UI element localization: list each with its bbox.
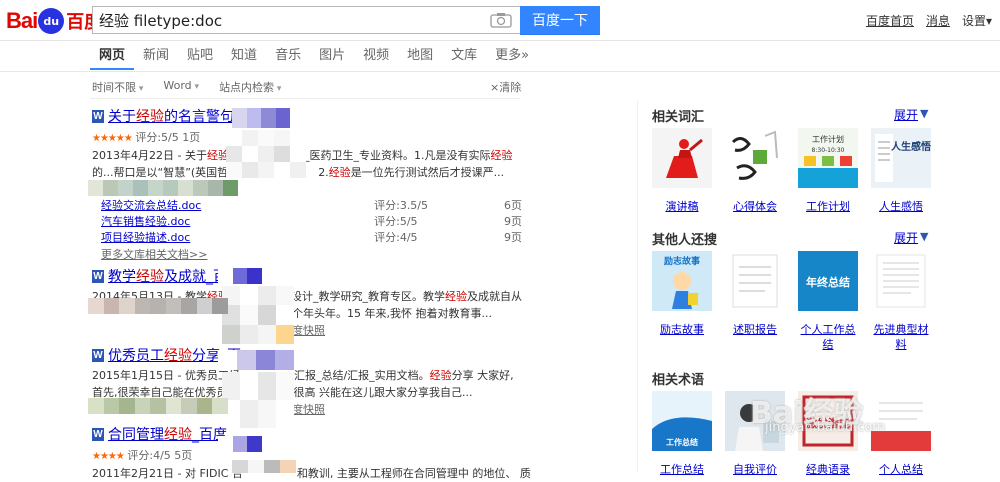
tabs-divider (0, 71, 1000, 72)
sub-document-row[interactable]: 汽车销售经验.doc 评分:5/5 9页 (101, 214, 522, 230)
related-tile[interactable]: 心得体会 (725, 128, 785, 214)
word-doc-icon: W (92, 427, 104, 441)
tab-zhidao[interactable]: 知道 (222, 41, 266, 70)
chevron-down-icon[interactable]: ▼ (920, 230, 928, 243)
related-tile[interactable]: 人生感悟 人生感悟 (871, 128, 931, 214)
search-input[interactable] (93, 10, 490, 30)
rating-text: 评分:4/5 5页 (127, 449, 193, 462)
mosaic-redaction (226, 130, 306, 178)
top-links: 百度首页 消息 设置▾ (866, 12, 992, 29)
filter-site[interactable]: 站点内检索 (219, 79, 281, 95)
related-tile[interactable]: 工作计划 8:30-10:30 工作计划 (798, 128, 858, 214)
related-tile[interactable]: 年终总结 个人工作总结 (798, 251, 858, 352)
search-button[interactable]: 百度一下 (520, 6, 600, 35)
rating-stars: ★★★★ (92, 451, 125, 462)
tab-video[interactable]: 视频 (354, 41, 398, 70)
mosaic-redaction (222, 286, 294, 344)
result-title-link[interactable]: 关于经验的名言警句 (108, 106, 234, 126)
result-snippet: 2013年4月22日 - 关于经验 学_医药卫生_专业资料。1.凡是没有实际经验 (92, 149, 513, 162)
mosaic-redaction (88, 298, 228, 314)
result-snippet-2: 的...帮口是以“智慧”(英国哲 2.经验是一位先行测试然后才授课严... (92, 166, 505, 179)
mosaic-redaction (218, 436, 262, 452)
cache-link[interactable]: 度快照 (292, 401, 522, 417)
result-title-link[interactable]: 合同管理经验_百度 (108, 424, 227, 444)
model-material-thumbnail (871, 251, 931, 311)
rating-stars: ★★★★★ (92, 133, 133, 144)
messages-link[interactable]: 消息 (926, 12, 950, 29)
mosaic-redaction (232, 108, 290, 128)
calligraphy-thumbnail (725, 128, 785, 188)
camera-icon[interactable] (490, 12, 512, 28)
settings-link[interactable]: 设置▾ (962, 12, 992, 29)
word-doc-icon: W (92, 269, 104, 283)
clear-filters-link[interactable]: ×清除 (490, 79, 521, 95)
related-tile[interactable]: 述职报告 (725, 251, 785, 337)
section-title-related-terms: 相关术语 (652, 373, 705, 388)
word-doc-icon: W (92, 109, 104, 123)
work-plan-thumbnail: 工作计划 8:30-10:30 (798, 128, 858, 188)
rating-text: 评分:5/5 1页 (135, 131, 201, 144)
mosaic-redaction (88, 398, 228, 414)
year-end-summary-thumbnail: 年终总结 (798, 251, 858, 311)
report-document-thumbnail (725, 251, 785, 311)
life-insight-thumbnail: 人生感悟 (871, 128, 931, 188)
sub-document-row[interactable]: 项目经验描述.doc 评分:4/5 9页 (101, 230, 522, 246)
filter-format[interactable]: Word (163, 79, 199, 95)
tab-map[interactable]: 地图 (398, 41, 442, 70)
home-link[interactable]: 百度首页 (866, 12, 914, 29)
section-title-others-searched: 其他人还搜 (652, 233, 718, 248)
mosaic-redaction (88, 180, 238, 196)
mosaic-redaction (218, 350, 294, 370)
related-tile[interactable]: 先进典型材料 (871, 251, 931, 352)
filter-divider (90, 98, 520, 99)
expand-link[interactable]: 展开 (894, 229, 918, 246)
tab-images[interactable]: 图片 (310, 41, 354, 70)
svg-text:8:30-10:30: 8:30-10:30 (812, 147, 845, 154)
tab-more[interactable]: 更多» (486, 41, 538, 70)
mosaic-redaction (232, 460, 296, 473)
mosaic-redaction (222, 372, 294, 428)
section-title-related-words: 相关词汇 (652, 110, 705, 125)
sub-document-row[interactable]: 经验交流会总结.doc 评分:3.5/5 6页 (101, 198, 522, 214)
search-box (92, 6, 520, 34)
related-tile[interactable]: 工作总结 工作总结 (652, 391, 712, 477)
inspirational-story-thumbnail: 励志故事 (652, 251, 712, 311)
paw-icon: du (38, 8, 65, 34)
cache-link[interactable]: 度快照 (292, 322, 522, 338)
more-docs-link[interactable]: 更多文库相关文档>> (101, 246, 522, 262)
word-doc-icon: W (92, 348, 104, 362)
expand-link[interactable]: 展开 (894, 106, 918, 123)
baidu-logo[interactable]: Bai du 百度 (6, 4, 102, 38)
filter-time[interactable]: 时间不限 (92, 79, 143, 95)
nav-tabs: 网页 新闻 贴吧 知道 音乐 图片 视频 地图 文库 更多» (90, 41, 538, 71)
speaker-podium-thumbnail (652, 128, 712, 188)
svg-text:工作计划: 工作计划 (812, 134, 844, 144)
svg-text:工作总结: 工作总结 (666, 437, 698, 447)
mosaic-redaction (218, 268, 262, 284)
tab-tieba[interactable]: 贴吧 (178, 41, 222, 70)
filter-bar: 时间不限 Word 站点内检索 (92, 79, 281, 95)
svg-text:人生感悟: 人生感悟 (891, 140, 931, 153)
tab-wenku[interactable]: 文库 (442, 41, 486, 70)
watermark-url: jingyan.baidu.com (765, 420, 885, 435)
search-result-4: W 合同管理经验_百度 ★★★★ 评分:4/5 5页 2011年2月21日 - … (92, 424, 531, 482)
related-tile[interactable]: 演讲稿 (652, 128, 712, 214)
column-divider (637, 100, 638, 473)
svg-text:励志故事: 励志故事 (664, 255, 700, 267)
result-snippet: 2011年2月21日 - 对 FIDIC 合和教训, 主要从工程师在合同管理中 … (92, 467, 531, 480)
tab-web[interactable]: 网页 (90, 41, 135, 70)
tab-music[interactable]: 音乐 (266, 41, 310, 70)
related-tile[interactable]: 励志故事 励志故事 (652, 251, 712, 337)
svg-text:年终总结: 年终总结 (806, 275, 850, 289)
tab-news[interactable]: 新闻 (134, 41, 178, 70)
chevron-down-icon[interactable]: ▼ (920, 107, 928, 120)
result-snippet: 2015年1月15日 - 优秀员工经 汇报_总结/汇报_实用文档。经验分享 大家好… (92, 369, 514, 382)
work-summary-thumbnail: 工作总结 (652, 391, 712, 451)
logo-text-bai: Bai (6, 8, 38, 33)
